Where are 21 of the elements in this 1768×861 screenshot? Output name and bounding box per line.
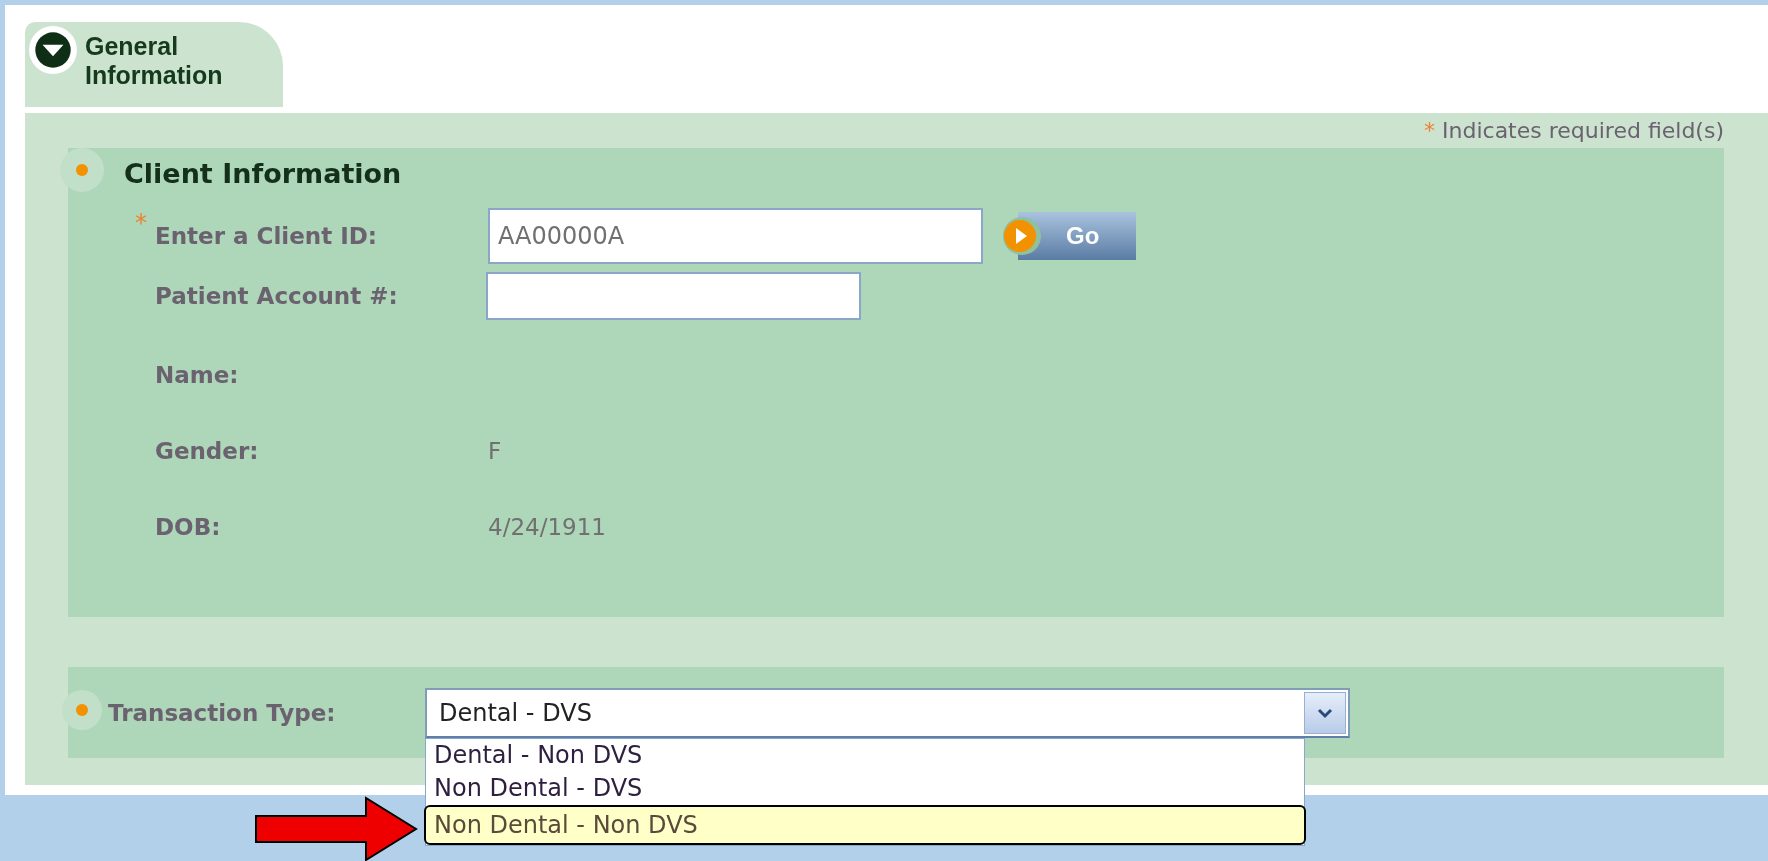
field-value: 4/24/1911 [488, 514, 606, 540]
field-label: Gender: [155, 438, 259, 464]
field-value: F [488, 438, 502, 464]
dropdown-option[interactable]: Non Dental - Non DVS [424, 804, 1306, 845]
required-marker: * [135, 209, 147, 237]
bullet-icon [62, 690, 102, 730]
section-tab[interactable]: General Information [25, 22, 283, 107]
input-field[interactable]: AA00000A [488, 208, 983, 264]
required-note: * Indicates required field(s) [1424, 118, 1724, 143]
transaction-type-dropdown[interactable]: Dental - DVS [425, 687, 1350, 738]
dropdown-option[interactable]: Non Dental - DVS [426, 771, 1304, 805]
bullet-icon [60, 148, 104, 192]
field-label: Transaction Type: [108, 699, 337, 726]
field-label: DOB: [155, 514, 221, 540]
input-field[interactable] [486, 272, 861, 320]
section-title: Client Information [124, 157, 402, 189]
field-label: Enter a Client ID: [155, 223, 378, 249]
field-label: Name: [155, 362, 239, 388]
play-icon [1002, 216, 1042, 256]
dropdown-option[interactable]: Dental - Non DVS [426, 738, 1304, 772]
field-label: Patient Account #: [155, 283, 398, 309]
